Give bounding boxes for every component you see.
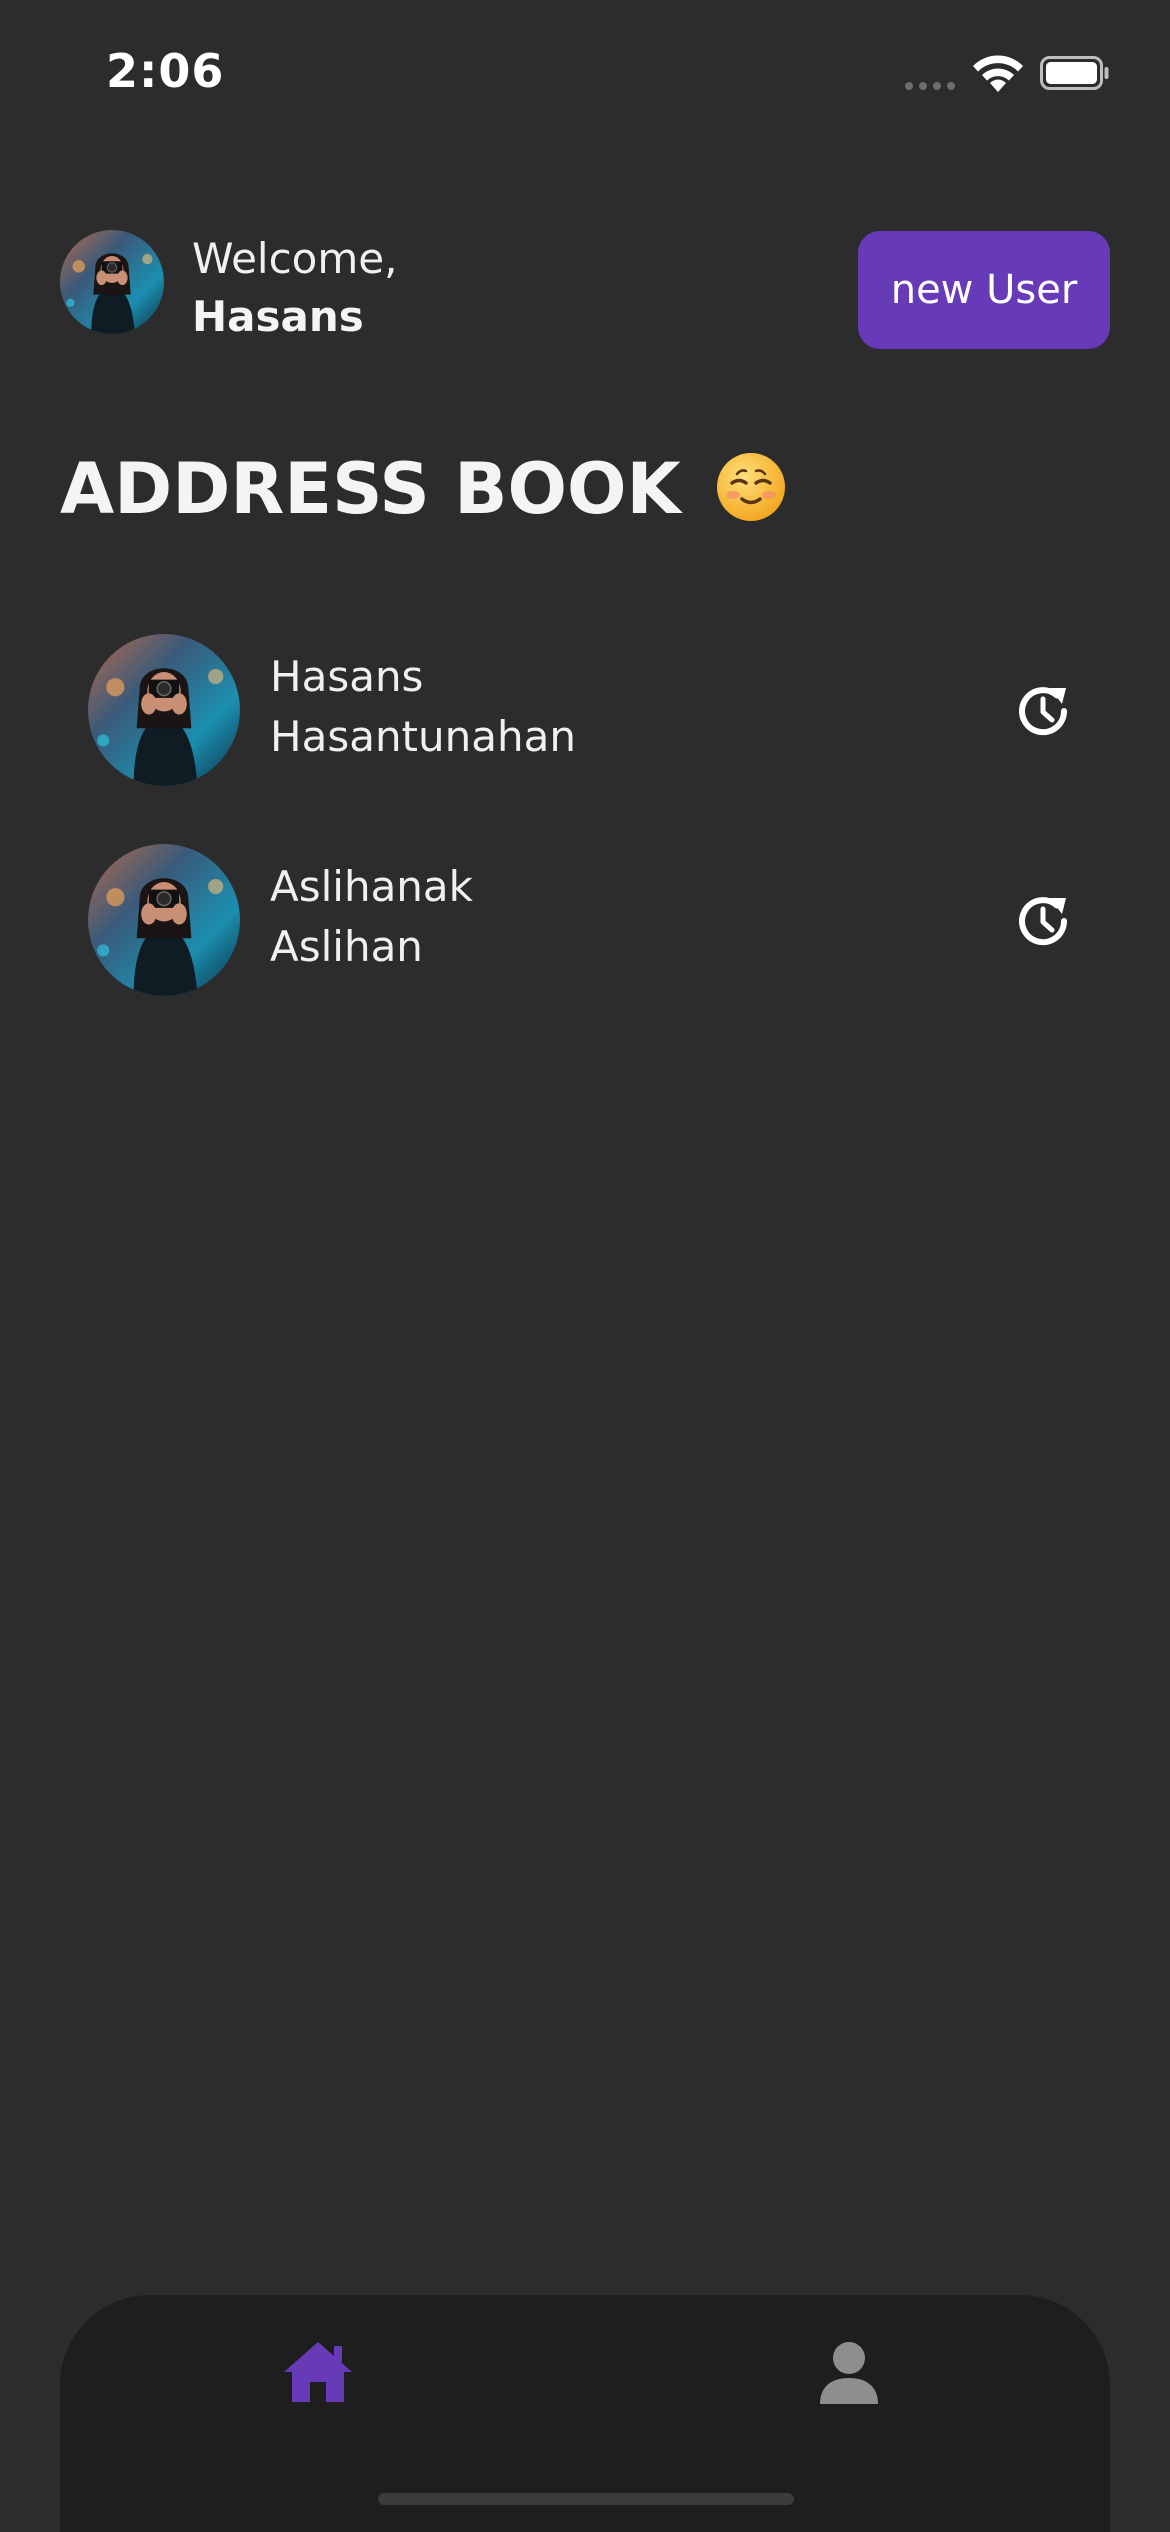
contact-avatar	[88, 634, 240, 786]
user-icon[interactable]	[816, 2340, 882, 2406]
avatar-photo	[60, 230, 164, 334]
bottom-nav	[60, 2295, 1110, 2532]
history-icon[interactable]	[1012, 890, 1074, 952]
contact-last-name: Hasantunahan	[270, 712, 576, 761]
list-item[interactable]: Hasans Hasantunahan	[0, 630, 1170, 790]
history-icon[interactable]	[1012, 680, 1074, 742]
avatar-photo	[88, 634, 240, 786]
page-title-text: ADDRESS BOOK	[60, 448, 681, 530]
contact-first-name: Aslihanak	[270, 862, 473, 911]
new-user-button[interactable]: new User	[858, 231, 1110, 349]
wifi-icon	[973, 55, 1023, 92]
username: Hasans	[192, 292, 364, 341]
welcome-text: Welcome,	[192, 234, 398, 283]
contact-avatar	[88, 844, 240, 996]
header: Welcome, Hasans new User	[60, 228, 1110, 352]
user-avatar[interactable]	[60, 230, 164, 334]
status-time: 2:06	[106, 44, 225, 98]
status-bar: 2:06	[0, 0, 1170, 150]
home-icon[interactable]	[282, 2340, 354, 2404]
cellular-signal-icon	[905, 82, 955, 90]
list-item[interactable]: Aslihanak Aslihan	[0, 840, 1170, 1000]
contact-first-name: Hasans	[270, 652, 424, 701]
home-indicator	[378, 2493, 794, 2505]
smiling-face-emoji	[717, 453, 786, 521]
contact-last-name: Aslihan	[270, 922, 423, 971]
battery-icon	[1040, 56, 1109, 90]
page-title: ADDRESS BOOK	[60, 448, 787, 530]
avatar-photo	[88, 844, 240, 996]
